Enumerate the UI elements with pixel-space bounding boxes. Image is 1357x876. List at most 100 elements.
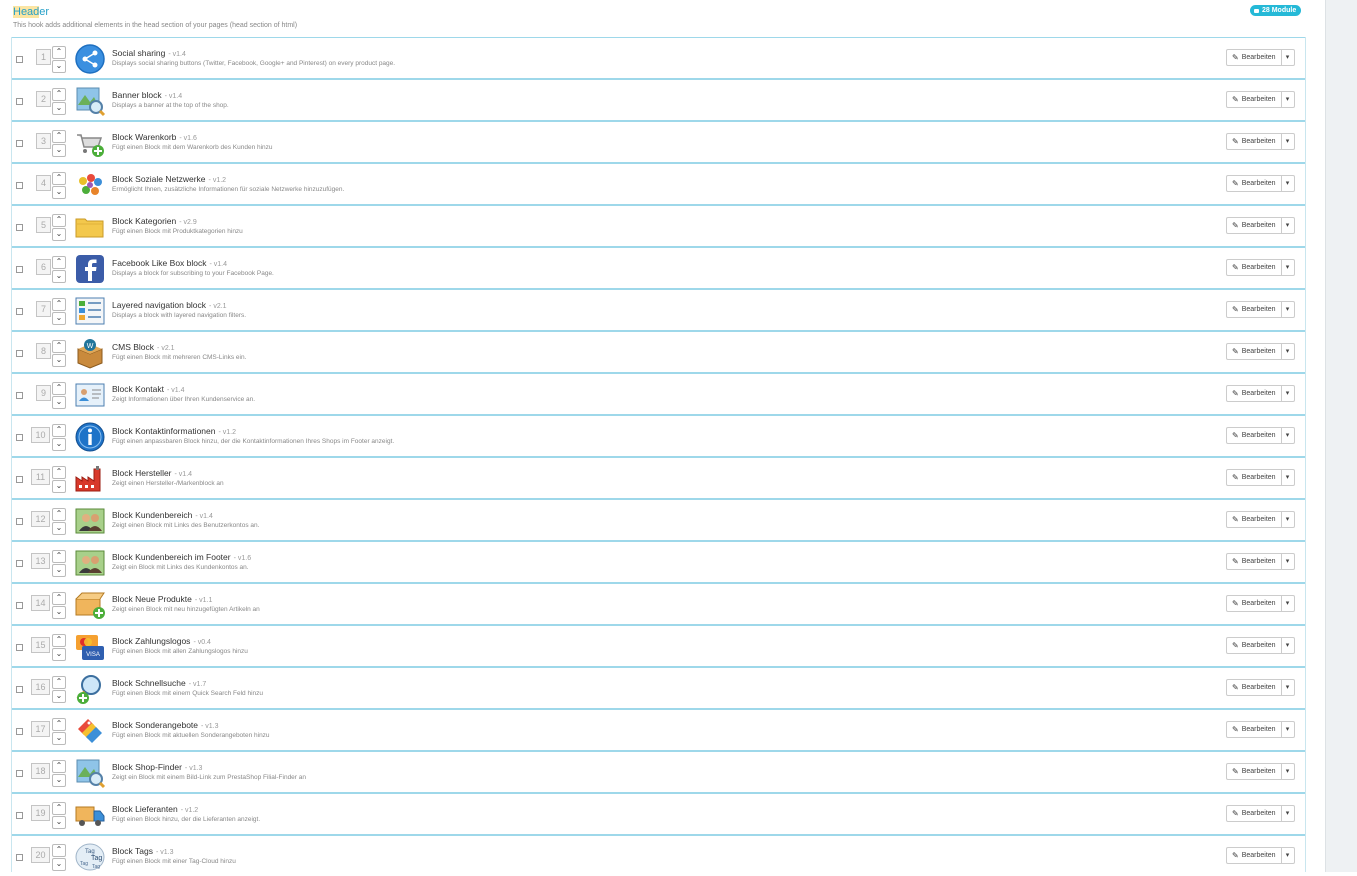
module-row[interactable]: 11 ⌃ ⌄ Block Hersteller - v1.4 Zeigt einen He… xyxy=(12,456,1305,498)
move-down-arrow-icon[interactable]: ⌄ xyxy=(52,858,66,871)
module-row[interactable]: 12 ⌃ ⌄ Block Kundenbereich - v1.4 Zeigt einen… xyxy=(12,498,1305,540)
actions-dropdown-caret[interactable]: ▾ xyxy=(1281,91,1295,108)
module-select-checkbox[interactable] xyxy=(16,602,23,609)
actions-dropdown-caret[interactable]: ▾ xyxy=(1281,805,1295,822)
move-up-arrow-icon[interactable]: ⌃ xyxy=(52,172,66,185)
actions-dropdown-caret[interactable]: ▾ xyxy=(1281,259,1295,276)
move-up-arrow-icon[interactable]: ⌃ xyxy=(52,46,66,59)
move-down-arrow-icon[interactable]: ⌄ xyxy=(52,522,66,535)
module-select-checkbox[interactable] xyxy=(16,350,23,357)
edit-button[interactable]: ✎ Bearbeiten xyxy=(1226,343,1282,360)
edit-button[interactable]: ✎ Bearbeiten xyxy=(1226,301,1282,318)
module-row[interactable]: 15 ⌃ ⌄ VISA Block Zahlungslogos - v0.4 Fügt ei… xyxy=(12,624,1305,666)
actions-dropdown-caret[interactable]: ▾ xyxy=(1281,553,1295,570)
module-select-checkbox[interactable] xyxy=(16,812,23,819)
edit-button[interactable]: ✎ Bearbeiten xyxy=(1226,637,1282,654)
actions-dropdown-caret[interactable]: ▾ xyxy=(1281,469,1295,486)
module-row[interactable]: 17 ⌃ ⌄ Block Sonderangebote - v1.3 Fügt einen… xyxy=(12,708,1305,750)
move-down-arrow-icon[interactable]: ⌄ xyxy=(52,228,66,241)
edit-button[interactable]: ✎ Bearbeiten xyxy=(1226,133,1282,150)
module-row[interactable]: 9 ⌃ ⌄ Block Kontakt - v1.4 Zeigt Informatione… xyxy=(12,372,1305,414)
actions-dropdown-caret[interactable]: ▾ xyxy=(1281,427,1295,444)
edit-button[interactable]: ✎ Bearbeiten xyxy=(1226,721,1282,738)
move-up-arrow-icon[interactable]: ⌃ xyxy=(52,844,66,857)
actions-dropdown-caret[interactable]: ▾ xyxy=(1281,385,1295,402)
edit-button[interactable]: ✎ Bearbeiten xyxy=(1226,217,1282,234)
actions-dropdown-caret[interactable]: ▾ xyxy=(1281,721,1295,738)
module-select-checkbox[interactable] xyxy=(16,224,23,231)
module-row[interactable]: 19 ⌃ ⌄ Block Lieferanten - v1.2 Fügt einen Bl… xyxy=(12,792,1305,834)
edit-button[interactable]: ✎ Bearbeiten xyxy=(1226,847,1282,864)
move-down-arrow-icon[interactable]: ⌄ xyxy=(52,690,66,703)
edit-button[interactable]: ✎ Bearbeiten xyxy=(1226,91,1282,108)
module-select-checkbox[interactable] xyxy=(16,518,23,525)
move-down-arrow-icon[interactable]: ⌄ xyxy=(52,270,66,283)
move-down-arrow-icon[interactable]: ⌄ xyxy=(52,606,66,619)
move-up-arrow-icon[interactable]: ⌃ xyxy=(52,718,66,731)
module-select-checkbox[interactable] xyxy=(16,56,23,63)
move-up-arrow-icon[interactable]: ⌃ xyxy=(52,466,66,479)
move-down-arrow-icon[interactable]: ⌄ xyxy=(52,816,66,829)
module-select-checkbox[interactable] xyxy=(16,392,23,399)
module-select-checkbox[interactable] xyxy=(16,686,23,693)
move-down-arrow-icon[interactable]: ⌄ xyxy=(52,102,66,115)
edit-button[interactable]: ✎ Bearbeiten xyxy=(1226,553,1282,570)
module-select-checkbox[interactable] xyxy=(16,770,23,777)
module-row[interactable]: 20 ⌃ ⌄ Tag Tag Tag Tag Block Tags - v1.3 Fügt ein… xyxy=(12,834,1305,876)
module-select-checkbox[interactable] xyxy=(16,644,23,651)
edit-button[interactable]: ✎ Bearbeiten xyxy=(1226,763,1282,780)
move-down-arrow-icon[interactable]: ⌄ xyxy=(52,648,66,661)
edit-button[interactable]: ✎ Bearbeiten xyxy=(1226,175,1282,192)
move-down-arrow-icon[interactable]: ⌄ xyxy=(52,438,66,451)
module-row[interactable]: 13 ⌃ ⌄ Block Kundenbereich im Footer - v1.6 Z… xyxy=(12,540,1305,582)
module-select-checkbox[interactable] xyxy=(16,434,23,441)
actions-dropdown-caret[interactable]: ▾ xyxy=(1281,217,1295,234)
move-up-arrow-icon[interactable]: ⌃ xyxy=(52,298,66,311)
move-down-arrow-icon[interactable]: ⌄ xyxy=(52,774,66,787)
actions-dropdown-caret[interactable]: ▾ xyxy=(1281,595,1295,612)
edit-button[interactable]: ✎ Bearbeiten xyxy=(1226,679,1282,696)
edit-button[interactable]: ✎ Bearbeiten xyxy=(1226,385,1282,402)
module-row[interactable]: 1 ⌃ ⌄ Social sharing - v1.4 Displays social s… xyxy=(12,37,1305,78)
actions-dropdown-caret[interactable]: ▾ xyxy=(1281,133,1295,150)
edit-button[interactable]: ✎ Bearbeiten xyxy=(1226,805,1282,822)
module-row[interactable]: 14 ⌃ ⌄ Block Neue Produkte - v1.1 Zeigt einen… xyxy=(12,582,1305,624)
actions-dropdown-caret[interactable]: ▾ xyxy=(1281,763,1295,780)
edit-button[interactable]: ✎ Bearbeiten xyxy=(1226,595,1282,612)
module-select-checkbox[interactable] xyxy=(16,854,23,861)
move-down-arrow-icon[interactable]: ⌄ xyxy=(52,564,66,577)
move-down-arrow-icon[interactable]: ⌄ xyxy=(52,144,66,157)
module-select-checkbox[interactable] xyxy=(16,560,23,567)
move-up-arrow-icon[interactable]: ⌃ xyxy=(52,550,66,563)
module-select-checkbox[interactable] xyxy=(16,728,23,735)
module-select-checkbox[interactable] xyxy=(16,476,23,483)
move-down-arrow-icon[interactable]: ⌄ xyxy=(52,480,66,493)
module-select-checkbox[interactable] xyxy=(16,98,23,105)
move-up-arrow-icon[interactable]: ⌃ xyxy=(52,340,66,353)
move-down-arrow-icon[interactable]: ⌄ xyxy=(52,60,66,73)
edit-button[interactable]: ✎ Bearbeiten xyxy=(1226,427,1282,444)
move-up-arrow-icon[interactable]: ⌃ xyxy=(52,508,66,521)
actions-dropdown-caret[interactable]: ▾ xyxy=(1281,49,1295,66)
module-row[interactable]: 10 ⌃ ⌄ Block Kontaktinformationen - v1.2 Fügt… xyxy=(12,414,1305,456)
move-up-arrow-icon[interactable]: ⌃ xyxy=(52,130,66,143)
actions-dropdown-caret[interactable]: ▾ xyxy=(1281,679,1295,696)
actions-dropdown-caret[interactable]: ▾ xyxy=(1281,301,1295,318)
module-row[interactable]: 6 ⌃ ⌄ Facebook Like Box block - v1.4 Displays… xyxy=(12,246,1305,288)
module-row[interactable]: 3 ⌃ ⌄ Block Warenkorb - v1.6 Fügt einen Block… xyxy=(12,120,1305,162)
module-select-checkbox[interactable] xyxy=(16,308,23,315)
move-up-arrow-icon[interactable]: ⌃ xyxy=(52,592,66,605)
module-row[interactable]: 16 ⌃ ⌄ Block Schnellsuche - v1.7 Fügt einen B… xyxy=(12,666,1305,708)
actions-dropdown-caret[interactable]: ▾ xyxy=(1281,847,1295,864)
module-row[interactable]: 5 ⌃ ⌄ Block Kategorien - v2.9 Fügt einen Bloc… xyxy=(12,204,1305,246)
move-up-arrow-icon[interactable]: ⌃ xyxy=(52,676,66,689)
move-up-arrow-icon[interactable]: ⌃ xyxy=(52,760,66,773)
edit-button[interactable]: ✎ Bearbeiten xyxy=(1226,49,1282,66)
edit-button[interactable]: ✎ Bearbeiten xyxy=(1226,511,1282,528)
actions-dropdown-caret[interactable]: ▾ xyxy=(1281,511,1295,528)
edit-button[interactable]: ✎ Bearbeiten xyxy=(1226,469,1282,486)
move-up-arrow-icon[interactable]: ⌃ xyxy=(52,214,66,227)
move-up-arrow-icon[interactable]: ⌃ xyxy=(52,802,66,815)
module-row[interactable]: 7 ⌃ ⌄ Layered navigation block - v2.1 Display… xyxy=(12,288,1305,330)
move-up-arrow-icon[interactable]: ⌃ xyxy=(52,382,66,395)
